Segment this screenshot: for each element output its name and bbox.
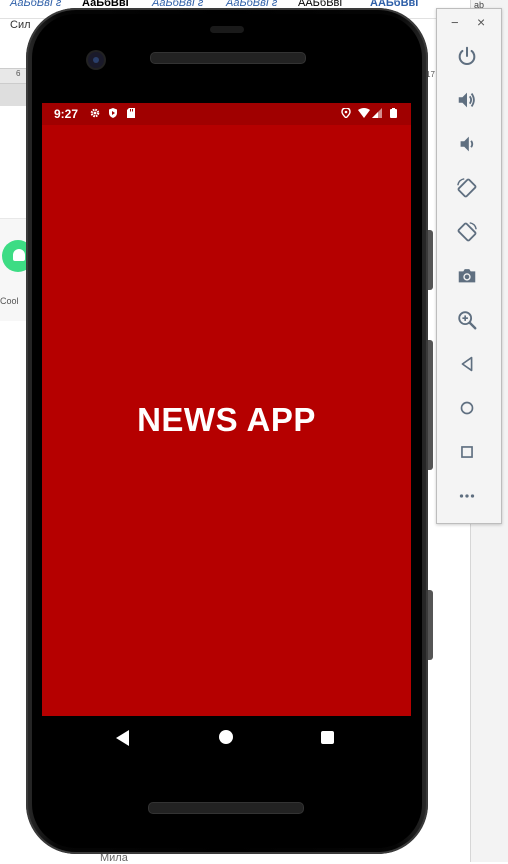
volume-up-icon xyxy=(458,92,475,108)
nav-home-button[interactable] xyxy=(219,730,233,744)
phone-volume-button[interactable] xyxy=(428,230,433,290)
more-button[interactable] xyxy=(453,482,481,510)
rotate-left-icon xyxy=(457,178,477,198)
camera-icon xyxy=(458,269,476,283)
close-button[interactable]: × xyxy=(477,14,485,30)
ruler-mark: 6 xyxy=(16,69,21,78)
zoom-in-icon xyxy=(458,311,477,330)
screenshot-button[interactable] xyxy=(453,262,481,290)
volume-down-icon xyxy=(460,136,474,152)
volume-down-button[interactable] xyxy=(453,130,481,158)
app-label: Cool xyxy=(0,296,19,306)
emu-home-button[interactable] xyxy=(453,394,481,422)
location-icon xyxy=(341,108,351,118)
app-screen[interactable]: 9:27 NEWS APP xyxy=(42,103,411,716)
phone-side-button[interactable] xyxy=(428,340,433,470)
phone-side-button[interactable] xyxy=(428,590,433,660)
app-title: NEWS APP xyxy=(137,401,316,438)
power-icon xyxy=(458,46,476,65)
earpiece-speaker xyxy=(150,52,306,64)
more-dots-icon xyxy=(459,494,475,498)
nav-recents-button[interactable] xyxy=(321,731,334,744)
sd-card-icon xyxy=(127,108,135,118)
rotate-right-button[interactable] xyxy=(453,218,481,246)
home-circle-icon xyxy=(460,401,474,415)
battery-icon xyxy=(390,108,397,118)
nav-back-button[interactable] xyxy=(116,730,129,746)
toolbar-window-controls: − × xyxy=(437,9,501,37)
wifi-icon xyxy=(358,108,370,118)
ribbon-row-label: Сил xyxy=(10,19,31,31)
minimize-button[interactable]: − xyxy=(451,15,459,30)
status-bar: 9:27 xyxy=(42,103,411,125)
signal-icon xyxy=(372,108,382,118)
overview-square-icon xyxy=(461,446,473,458)
rotate-right-icon xyxy=(457,222,477,242)
emu-overview-button[interactable] xyxy=(453,438,481,466)
back-triangle-icon xyxy=(461,356,473,372)
emu-back-button[interactable] xyxy=(453,350,481,378)
front-camera xyxy=(88,52,104,68)
style-sample[interactable]: АаБбВвГг xyxy=(10,0,61,9)
zoom-button[interactable] xyxy=(453,306,481,334)
shield-icon xyxy=(109,108,117,118)
gear-icon xyxy=(90,108,100,118)
rotate-left-button[interactable] xyxy=(453,174,481,202)
power-button[interactable] xyxy=(453,42,481,70)
phone-top-notch xyxy=(210,26,244,33)
emulator-toolbar: − × xyxy=(436,8,502,524)
bottom-speaker xyxy=(148,802,304,814)
system-nav-bar xyxy=(42,716,411,760)
volume-up-button[interactable] xyxy=(453,86,481,114)
status-time: 9:27 xyxy=(54,107,79,121)
